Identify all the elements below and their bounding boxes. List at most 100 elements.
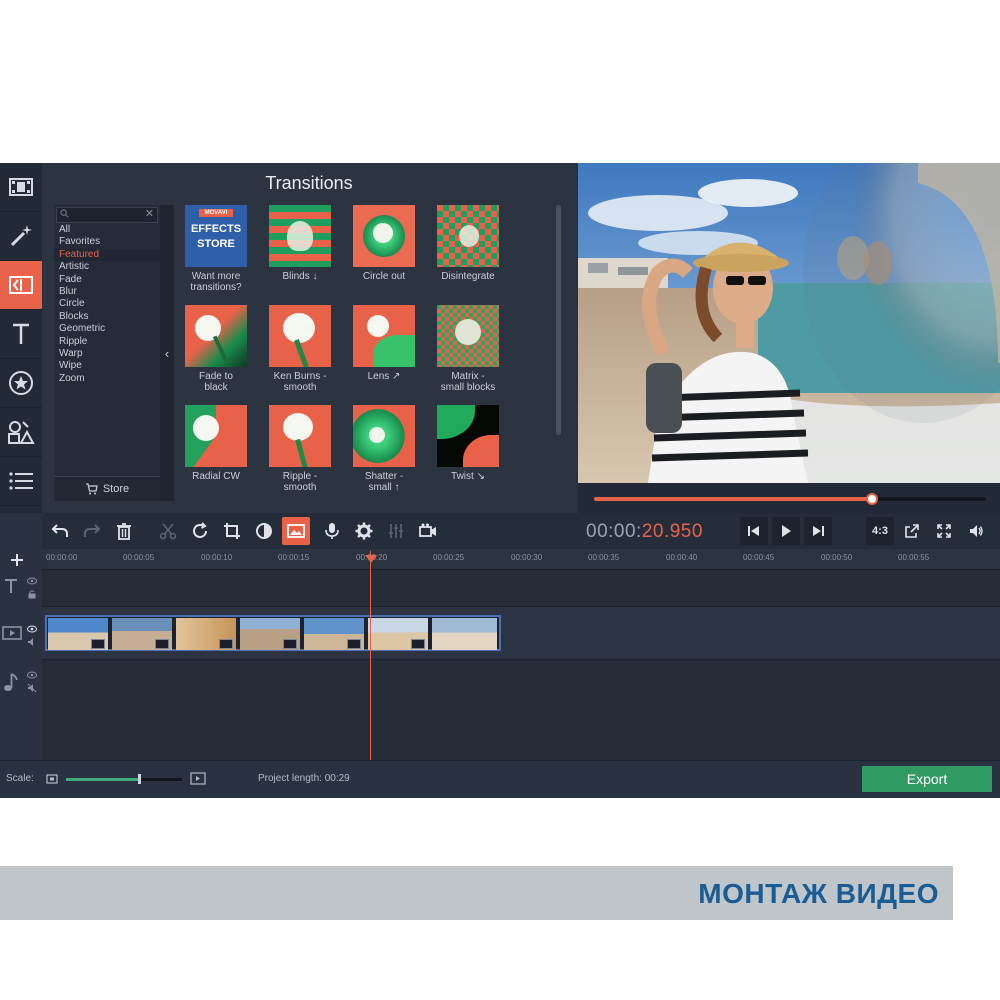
transition-tile[interactable]: Ripple - smooth	[261, 405, 339, 493]
scale-slider[interactable]	[66, 774, 182, 784]
transition-tile[interactable]: Disintegrate	[429, 205, 507, 282]
video-track[interactable]	[42, 607, 1000, 660]
category-item-selected[interactable]: Featured	[54, 248, 160, 262]
aspect-ratio-label: 4:3	[872, 525, 888, 537]
clear-search-icon[interactable]: ✕	[145, 208, 154, 221]
tile-label: Circle out	[362, 271, 406, 282]
preview-seek-bar[interactable]	[594, 493, 986, 505]
delete-button[interactable]	[110, 517, 138, 545]
media-properties-button[interactable]	[282, 517, 310, 545]
detach-player-button[interactable]	[898, 517, 926, 545]
eye-icon[interactable]	[27, 625, 37, 633]
category-item[interactable]: All	[54, 224, 160, 236]
radial-cw-thumbnail	[185, 405, 247, 467]
video-clip[interactable]	[432, 618, 497, 650]
category-item[interactable]: Wipe	[54, 360, 160, 372]
add-track-icon[interactable]	[9, 552, 25, 568]
transition-tile[interactable]: Matrix - small blocks	[429, 305, 507, 393]
category-item[interactable]: Blocks	[54, 311, 160, 323]
category-item[interactable]: Fade	[54, 274, 160, 286]
project-length: Project length: 00:29	[258, 773, 350, 784]
mute-track-icon[interactable]	[27, 637, 37, 647]
category-item[interactable]: Warp	[54, 348, 160, 360]
category-item[interactable]: Ripple	[54, 336, 160, 348]
trash-icon	[117, 523, 131, 540]
capture-video-button[interactable]	[414, 517, 442, 545]
fullscreen-button[interactable]	[930, 517, 958, 545]
category-item[interactable]: Artistic	[54, 261, 160, 273]
transition-tile[interactable]: Shatter - small ↑	[345, 405, 423, 493]
tick-label: 00:00:50	[821, 553, 853, 562]
stickers-button[interactable]	[0, 359, 42, 408]
record-voice-button[interactable]	[318, 517, 346, 545]
filters-button[interactable]	[0, 212, 42, 261]
callouts-button[interactable]	[0, 408, 42, 457]
category-item[interactable]: Zoom	[54, 373, 160, 385]
preview-seek-area	[578, 483, 1000, 513]
transition-marker[interactable]	[155, 639, 169, 649]
seek-handle[interactable]	[866, 493, 879, 505]
split-button[interactable]	[154, 517, 182, 545]
undo-button[interactable]	[46, 517, 74, 545]
playhead-line[interactable]	[370, 551, 371, 760]
category-item[interactable]: Blur	[54, 286, 160, 298]
transitions-grid: MOVAVI EFFECTS STORE Want more transitio…	[180, 205, 528, 505]
rotate-button[interactable]	[186, 517, 214, 545]
transition-tile[interactable]: Lens ↗	[345, 305, 423, 382]
store-button[interactable]: Store	[54, 476, 160, 501]
import-media-button[interactable]	[0, 163, 42, 212]
eye-icon[interactable]	[27, 577, 37, 585]
category-search-input[interactable]: ✕	[56, 207, 158, 223]
transition-marker[interactable]	[219, 639, 233, 649]
titles-button[interactable]	[0, 310, 42, 359]
collapse-categories-button[interactable]: ‹	[160, 205, 174, 501]
category-list: ✕ All Favorites Featured Artistic Fade B…	[54, 205, 160, 501]
video-clips[interactable]	[45, 615, 501, 651]
volume-button[interactable]	[962, 517, 990, 545]
lock-icon[interactable]	[27, 589, 37, 599]
mute-track-icon[interactable]	[27, 683, 37, 693]
playhead-handle[interactable]	[365, 555, 377, 563]
eye-icon[interactable]	[27, 671, 37, 679]
transition-marker[interactable]	[283, 639, 297, 649]
transition-tile[interactable]: Radial CW	[177, 405, 255, 482]
transition-tile[interactable]: Twist ↘	[429, 405, 507, 482]
transitions-button[interactable]	[0, 261, 42, 310]
player-controls: 00:00:20.950 4:3	[578, 513, 1000, 549]
clip-settings-button[interactable]	[350, 517, 378, 545]
transition-tile[interactable]: Fade to black	[177, 305, 255, 393]
video-track-icon	[2, 626, 22, 640]
transition-marker[interactable]	[91, 639, 105, 649]
crop-button[interactable]	[218, 517, 246, 545]
next-frame-button[interactable]	[804, 517, 832, 545]
redo-button[interactable]	[78, 517, 106, 545]
scissors-icon	[159, 523, 177, 540]
time-ruler[interactable]: 00:00:00 00:00:05 00:00:10 00:00:15 00:0…	[42, 549, 1000, 570]
scale-slider-handle[interactable]	[137, 774, 141, 784]
aspect-ratio-button[interactable]: 4:3	[866, 517, 894, 545]
external-window-icon	[905, 524, 919, 538]
grid-scrollbar[interactable]	[556, 205, 561, 435]
play-button[interactable]	[772, 517, 800, 545]
category-item[interactable]: Geometric	[54, 323, 160, 335]
transition-tile[interactable]: MOVAVI EFFECTS STORE Want more transitio…	[177, 205, 255, 293]
audio-track[interactable]	[42, 660, 1000, 761]
banner-text: МОНТАЖ ВИДЕО	[698, 878, 939, 909]
transitions-panel: Transitions ✕ All Favorites Featured Art…	[42, 163, 576, 513]
previous-frame-button[interactable]	[740, 517, 768, 545]
export-button[interactable]: Export	[862, 766, 992, 792]
tile-label: Radial CW	[192, 471, 240, 482]
zoom-out-icon[interactable]	[46, 774, 58, 784]
transition-tile[interactable]: Ken Burns - smooth	[261, 305, 339, 393]
color-adjust-button[interactable]	[250, 517, 278, 545]
zoom-in-icon[interactable]	[190, 772, 206, 785]
category-item[interactable]: Circle	[54, 298, 160, 310]
equalizer-button[interactable]	[382, 517, 410, 545]
transition-marker[interactable]	[411, 639, 425, 649]
text-track[interactable]	[42, 570, 1000, 607]
category-item[interactable]: Favorites	[54, 236, 160, 248]
transition-tile[interactable]: Blinds ↓	[261, 205, 339, 282]
transition-tile[interactable]: Circle out	[345, 205, 423, 282]
transition-marker[interactable]	[347, 639, 361, 649]
more-tools-button[interactable]	[0, 457, 42, 506]
